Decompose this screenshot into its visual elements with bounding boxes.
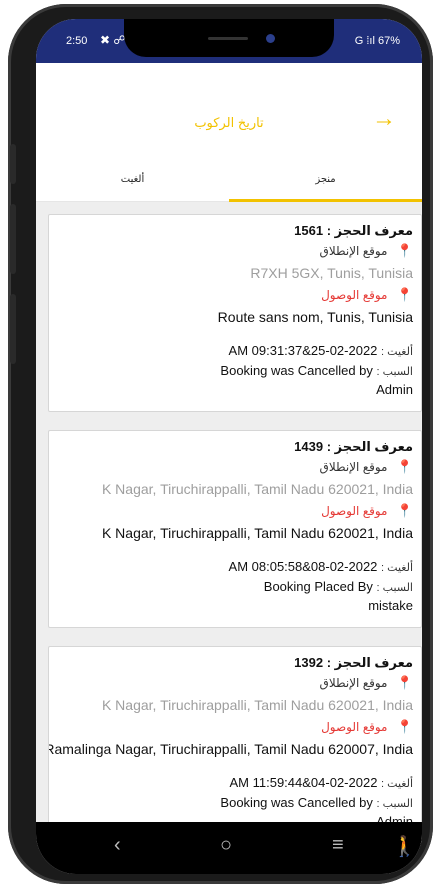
volume-up-button — [10, 144, 16, 184]
volume-down-button — [10, 204, 16, 274]
cancelled-date-value: AM 11:59:44&04-02-2022 — [229, 775, 378, 790]
reason-detail: Admin — [376, 382, 413, 397]
dropoff-address: K Nagar, Tiruchirappalli, Tamil Nadu 620… — [101, 525, 413, 541]
dropoff-pin-icon: 📍 — [396, 719, 413, 734]
reason-label: السبب : — [376, 582, 413, 594]
dropoff-label-row: 📍 موقع الوصول — [321, 719, 413, 735]
status-time: 2:50 — [66, 35, 88, 47]
dropoff-pin-icon: 📍 — [396, 287, 413, 302]
booking-id-row: معرف الحجز : 1392 — [294, 655, 413, 671]
pickup-label-row: 📍 موقع الإنطلاق — [320, 459, 413, 475]
pickup-label: موقع الإنطلاق — [319, 244, 388, 258]
front-camera — [266, 34, 275, 43]
pickup-address: K Nagar, Tiruchirappalli, Tamil Nadu 620… — [101, 481, 413, 497]
reason-value: Booking was Cancelled by — [220, 363, 373, 378]
reason-row: السبب : Booking was Cancelled by — [220, 795, 413, 810]
reason-value: Booking was Cancelled by — [220, 795, 373, 810]
phone-frame: 2:50 ✖ ☍ G ⁞ıl 67% تاريخ الركوب → ألغيت … — [8, 4, 433, 884]
pickup-pin-icon: 📍 — [396, 675, 413, 690]
booking-id-value: 1561 — [294, 223, 324, 238]
pickup-label-row: 📍 موقع الإنطلاق — [320, 675, 413, 691]
pickup-label-row: 📍 موقع الإنطلاق — [320, 243, 413, 259]
cancelled-date-row: ألغيت : AM 11:59:44&04-02-2022 — [230, 775, 414, 790]
cancelled-date-value: AM 08:05:58&08-02-2022 — [228, 559, 378, 574]
dropoff-address: Route sans nom, Tunis, Tunisia — [217, 309, 413, 325]
screen: 2:50 ✖ ☍ G ⁞ıl 67% تاريخ الركوب → ألغيت … — [36, 19, 422, 874]
tab-completed[interactable]: منجز — [229, 161, 422, 201]
dropoff-label-row: 📍 موقع الوصول — [321, 503, 413, 519]
pickup-label: موقع الإنطلاق — [319, 676, 388, 690]
booking-card[interactable]: معرف الحجز : 1561 📍 موقع الإنطلاق R7XH 5… — [48, 214, 422, 412]
status-signal-battery: G ⁞ıl 67% — [354, 35, 400, 47]
nav-back-icon[interactable]: ‹ — [114, 834, 121, 857]
booking-id-value: 1392 — [294, 655, 324, 670]
system-nav-bar: ‹ ○ ≡ 🚶 — [36, 822, 422, 874]
reason-detail: mistake — [368, 598, 413, 613]
reason-label: السبب : — [376, 798, 413, 810]
pickup-pin-icon: 📍 — [396, 243, 413, 258]
booking-id-label: معرف الحجز : — [326, 655, 413, 670]
dropoff-label: موقع الوصول — [321, 504, 388, 518]
reason-row: السبب : Booking was Cancelled by — [220, 363, 413, 378]
booking-id-value: 1439 — [294, 439, 324, 454]
cancelled-date-row: ألغيت : AM 09:31:37&25-02-2022 — [229, 343, 413, 358]
reason-row: السبب : Booking Placed By — [264, 579, 413, 594]
cancelled-date-value: AM 09:31:37&25-02-2022 — [228, 343, 378, 358]
booking-id-label: معرف الحجز : — [326, 223, 413, 238]
booking-id-label: معرف الحجز : — [326, 439, 413, 454]
camera-notch — [124, 19, 334, 57]
tab-cancelled[interactable]: ألغيت — [36, 161, 229, 201]
nav-home-icon[interactable]: ○ — [220, 834, 232, 857]
dropoff-label: موقع الوصول — [321, 720, 388, 734]
nav-recents-icon[interactable]: ≡ — [332, 834, 344, 857]
booking-card[interactable]: معرف الحجز : 1439 📍 موقع الإنطلاق K Naga… — [48, 430, 422, 628]
back-arrow-icon[interactable]: → — [372, 107, 396, 131]
reason-value: Booking Placed By — [263, 579, 373, 594]
pickup-address: K Nagar, Tiruchirappalli, Tamil Nadu 620… — [101, 697, 413, 713]
speaker-grille — [208, 37, 248, 40]
pickup-address: R7XH 5GX, Tunis, Tunisia — [250, 265, 413, 281]
booking-id-row: معرف الحجز : 1561 — [294, 223, 413, 239]
cancelled-label: ألغيت : — [381, 562, 413, 574]
status-notification-icons: ✖ ☍ — [100, 33, 126, 47]
booking-card[interactable]: معرف الحجز : 1392 📍 موقع الإنطلاق K Naga… — [48, 646, 422, 844]
tab-bar: ألغيت منجز — [36, 161, 422, 202]
booking-id-row: معرف الحجز : 1439 — [294, 439, 413, 455]
dropoff-label-row: 📍 موقع الوصول — [321, 287, 413, 303]
cancelled-date-row: ألغيت : AM 08:05:58&08-02-2022 — [229, 559, 413, 574]
accessibility-icon[interactable]: 🚶 — [392, 834, 417, 859]
reason-label: السبب : — [376, 366, 413, 378]
dropoff-address: Ramalinga Nagar, Tiruchirappalli, Tamil … — [48, 741, 413, 757]
cancelled-label: ألغيت : — [381, 346, 413, 358]
dropoff-label: موقع الوصول — [321, 288, 388, 302]
pickup-pin-icon: 📍 — [396, 459, 413, 474]
power-button — [10, 294, 16, 364]
dropoff-pin-icon: 📍 — [396, 503, 413, 518]
cancelled-label: ألغيت : — [381, 778, 413, 790]
pickup-label: موقع الإنطلاق — [319, 460, 388, 474]
page-title: تاريخ الركوب — [194, 115, 264, 130]
booking-list[interactable]: معرف الحجز : 1561 📍 موقع الإنطلاق R7XH 5… — [36, 202, 422, 844]
app-bar: تاريخ الركوب → — [36, 63, 422, 159]
